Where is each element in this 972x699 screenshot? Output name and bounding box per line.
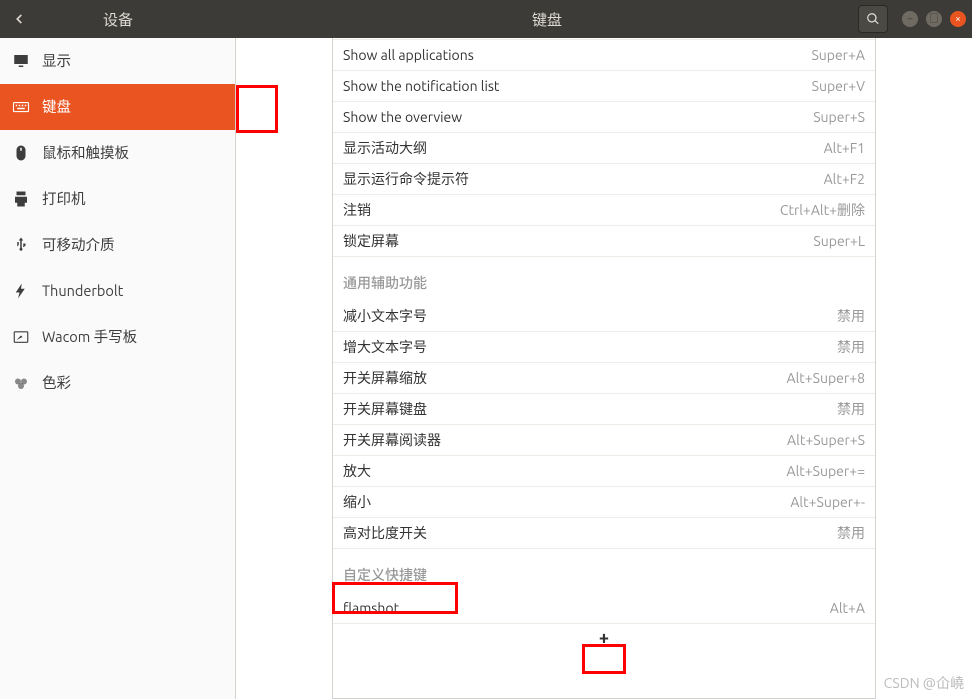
system-row[interactable]: Show the notification list Super+V [333, 71, 875, 102]
sidebar-item-label: Wacom 手写板 [42, 326, 137, 347]
shortcut-key: Super+V [812, 78, 865, 94]
shortcuts-list[interactable]: Restore the keyboard shortcutsSuper+EscS… [332, 38, 876, 699]
search-button[interactable] [858, 5, 888, 33]
printer-icon [12, 190, 30, 208]
section-a11y: 通用辅助功能 [333, 257, 875, 301]
titlebar: 设备 键盘 – □ × [0, 0, 972, 38]
shortcut-label: 缩小 [343, 492, 371, 512]
sidebar-item-label: 键盘 [42, 96, 71, 117]
system-row[interactable]: 显示运行命令提示符 Alt+F2 [333, 164, 875, 195]
shortcut-label: 增大文本字号 [343, 337, 427, 357]
sidebar-item-thunderbolt[interactable]: Thunderbolt [0, 268, 235, 314]
a11y-row[interactable]: 减小文本字号 禁用 [333, 301, 875, 332]
system-row[interactable]: 显示活动大纲 Alt+F1 [333, 133, 875, 164]
add-shortcut-button[interactable]: + [333, 624, 875, 652]
shortcut-label: Show the notification list [343, 78, 499, 94]
shortcut-label: 显示运行命令提示符 [343, 169, 469, 189]
sidebar-item-label: Thunderbolt [42, 282, 123, 299]
sidebar-item-label: 显示 [42, 50, 71, 71]
sidebar-item-wacom[interactable]: Wacom 手写板 [0, 314, 235, 360]
shortcut-label: 高对比度开关 [343, 523, 427, 543]
shortcut-label: Show the overview [343, 109, 462, 125]
page-title: 键盘 [236, 9, 858, 30]
a11y-row[interactable]: 开关屏幕键盘 禁用 [333, 394, 875, 425]
shortcut-key: Super+S [813, 109, 865, 125]
a11y-row[interactable]: 开关屏幕缩放 Alt+Super+8 [333, 363, 875, 394]
shortcut-key: Alt+F1 [824, 140, 865, 156]
sidebar-item-mouse[interactable]: 鼠标和触摸板 [0, 130, 235, 176]
panel-title: 设备 [38, 9, 236, 30]
titlebar-left: 设备 [0, 0, 236, 38]
sidebar: 显示 键盘 鼠标和触摸板 打印机 可移动介质 Thunderbolt Wacom… [0, 38, 236, 699]
shortcut-key: Alt+Super+= [786, 463, 865, 479]
shortcut-label: 减小文本字号 [343, 306, 427, 326]
shortcut-label: 开关屏幕键盘 [343, 399, 427, 419]
sidebar-item-label: 鼠标和触摸板 [42, 142, 129, 163]
system-row[interactable]: Show all applications Super+A [333, 40, 875, 71]
a11y-row[interactable]: 增大文本字号 禁用 [333, 332, 875, 363]
display-icon [12, 52, 30, 70]
a11y-row[interactable]: 开关屏幕阅读器 Alt+Super+S [333, 425, 875, 456]
maximize-button[interactable]: □ [926, 11, 942, 27]
shortcut-key: Super+L [813, 233, 865, 249]
sidebar-item-label: 打印机 [42, 188, 86, 209]
system-row[interactable]: 注销 Ctrl+Alt+删除 [333, 195, 875, 226]
close-button[interactable]: × [950, 11, 966, 27]
section-custom: 自定义快捷键 [333, 549, 875, 593]
shortcut-label: 放大 [343, 461, 371, 481]
sidebar-item-removable[interactable]: 可移动介质 [0, 222, 235, 268]
main-panel: Restore the keyboard shortcutsSuper+EscS… [236, 38, 972, 699]
shortcut-key: 禁用 [837, 523, 865, 543]
sidebar-item-label: 色彩 [42, 372, 71, 393]
sidebar-item-printer[interactable]: 打印机 [0, 176, 235, 222]
tablet-icon [12, 328, 30, 346]
shortcut-key: Alt+Super+S [787, 432, 865, 448]
watermark: CSDN @仚嶢 [884, 673, 964, 693]
mouse-icon [12, 144, 30, 162]
shortcut-key: Alt+Super+8 [786, 370, 865, 386]
shortcut-key: 禁用 [837, 337, 865, 357]
back-button[interactable] [0, 0, 38, 38]
a11y-row[interactable]: 高对比度开关 禁用 [333, 518, 875, 549]
search-icon [866, 12, 880, 26]
a11y-row[interactable]: 放大 Alt+Super+= [333, 456, 875, 487]
shortcut-key: Super+A [811, 47, 865, 63]
keyboard-icon [12, 98, 30, 116]
shortcut-label: 显示活动大纲 [343, 138, 427, 158]
usb-icon [12, 236, 30, 254]
sidebar-item-keyboard[interactable]: 键盘 [0, 84, 235, 130]
system-row[interactable]: Show the overview Super+S [333, 102, 875, 133]
shortcut-key: Alt+F2 [824, 171, 865, 187]
shortcut-key: 禁用 [837, 306, 865, 326]
minimize-button[interactable]: – [902, 11, 918, 27]
sidebar-item-label: 可移动介质 [42, 234, 115, 255]
shortcut-label: flamshot [343, 600, 399, 616]
shortcut-label: 开关屏幕阅读器 [343, 430, 441, 450]
chevron-left-icon [12, 12, 26, 26]
shortcut-key: Alt+Super+- [790, 494, 865, 510]
shortcut-label: 开关屏幕缩放 [343, 368, 427, 388]
sidebar-item-color[interactable]: 色彩 [0, 360, 235, 406]
shortcut-key: Ctrl+Alt+删除 [780, 200, 865, 220]
titlebar-right: – □ × [858, 0, 972, 38]
shortcut-key: 禁用 [837, 399, 865, 419]
system-row[interactable]: 锁定屏幕 Super+L [333, 226, 875, 257]
color-icon [12, 374, 30, 392]
content-area: 显示 键盘 鼠标和触摸板 打印机 可移动介质 Thunderbolt Wacom… [0, 38, 972, 699]
thunderbolt-icon [12, 282, 30, 300]
shortcut-label: 注销 [343, 200, 371, 220]
plus-icon: + [599, 628, 609, 648]
a11y-row[interactable]: 缩小 Alt+Super+- [333, 487, 875, 518]
shortcut-key: Alt+A [830, 600, 865, 616]
sidebar-item-display[interactable]: 显示 [0, 38, 235, 84]
shortcut-label: Show all applications [343, 47, 474, 63]
shortcut-label: 锁定屏幕 [343, 231, 399, 251]
custom-row[interactable]: flamshot Alt+A [333, 593, 875, 624]
window-controls: – □ × [902, 11, 966, 27]
